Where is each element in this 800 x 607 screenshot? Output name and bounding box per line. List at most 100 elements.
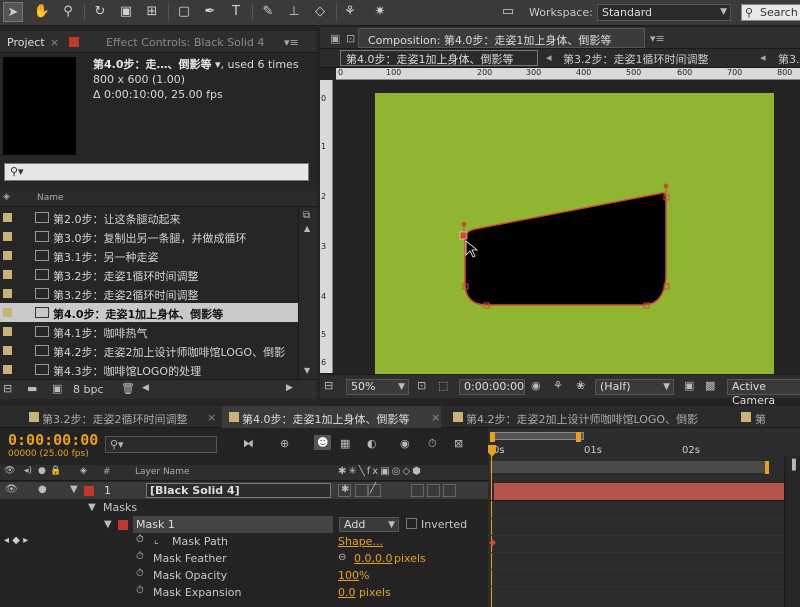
scroll-left-icon[interactable]: ◀ — [142, 383, 149, 393]
new-composition-icon[interactable]: ▣ — [52, 382, 62, 395]
solo-icon[interactable]: ● — [38, 484, 47, 495]
current-time-display[interactable]: 0:00:00:00 — [459, 379, 525, 395]
zoom-tool-icon[interactable]: ⚲ — [58, 2, 78, 22]
list-item[interactable]: 第2.0步：让这条腿动起来 — [0, 208, 298, 227]
channel-icon[interactable]: ❀ — [576, 379, 585, 392]
breadcrumb-next2[interactable]: 第3.0步 — [778, 51, 800, 67]
tab-timeline[interactable]: 第4.2步：走姿2加上设计师咖啡馆LOGO、倒影 — [466, 411, 698, 427]
label-tag-icon[interactable]: ◈ — [3, 192, 10, 202]
panel-menu-icon[interactable]: ▾≡ — [284, 36, 299, 49]
property-value[interactable]: Shape... — [338, 535, 383, 548]
breadcrumb-current[interactable]: 第4.0步：走姿1加上身体、倒影等 — [346, 51, 514, 67]
snapshot-icon[interactable]: ◉ — [531, 379, 541, 392]
selection-tool-icon[interactable]: ➤ — [3, 2, 23, 22]
column-name-header[interactable]: Name — [37, 193, 64, 203]
property-value[interactable]: 0.0 — [338, 586, 356, 599]
project-search-input[interactable]: ⚲▾ — [4, 163, 309, 181]
frame-blending-icon[interactable]: ▦ — [340, 437, 350, 450]
scroll-right-icon[interactable]: ▶ — [286, 383, 293, 393]
comp-mini-flowchart-icon[interactable]: ⧓ — [243, 437, 254, 450]
lock-icon[interactable]: 🔒 — [50, 466, 61, 476]
expand-triangle-icon[interactable]: ▼ — [70, 484, 78, 495]
pen-tool-icon[interactable]: ✒ — [200, 2, 220, 22]
eye-icon[interactable]: 👁 — [5, 484, 18, 495]
label-tag-icon[interactable]: ◈ — [80, 466, 87, 476]
list-item[interactable]: 第3.2步：走姿2循环时间调整 — [0, 284, 298, 303]
property-value[interactable]: 0.0,0.0 — [354, 552, 392, 565]
draft-3d-icon[interactable]: ⊕ — [280, 437, 289, 450]
layer-row[interactable]: 👁 ● ▼ 1 [Black Solid 4] ✱ ╱ — [0, 482, 488, 499]
list-item[interactable]: 第3.0步：复制出另一条腿，并做成循环 — [0, 227, 298, 246]
shy-switch-icon[interactable]: ✱ — [341, 484, 349, 495]
brainstorm-icon[interactable]: ◉ — [400, 437, 410, 450]
tab-close-icon[interactable]: × — [207, 411, 216, 424]
motion-blur-icon[interactable]: ◐ — [367, 437, 377, 450]
pan-behind-tool-icon[interactable]: ⊞ — [142, 2, 162, 22]
work-area-range[interactable] — [490, 461, 766, 473]
timeline-current-time[interactable]: 0:00:00:00 — [8, 431, 98, 449]
tab-composition[interactable]: Composition: 第4.0步：走姿1加上身体、倒影等 — [368, 32, 611, 48]
always-preview-icon[interactable]: ⊟ — [324, 379, 333, 392]
link-icon[interactable]: ⊖ — [338, 552, 346, 563]
scroll-down-icon[interactable]: ▼ — [304, 366, 310, 375]
lock-panel-icon[interactable]: ⊡ — [346, 32, 355, 45]
mask-shape[interactable] — [375, 93, 774, 374]
panel-menu-icon[interactable]: ▾≡ — [650, 32, 665, 45]
interpret-footage-icon[interactable]: ⊟ — [3, 382, 12, 395]
mask-feather-row[interactable]: ⏱ Mask Feather ⊖ 0.0,0.0 pixels — [0, 550, 488, 567]
tab-close-icon[interactable]: × — [50, 36, 59, 49]
list-item[interactable]: 第4.2步：走姿2加上设计师咖啡馆LOGO、倒影 — [0, 341, 298, 360]
transparency-grid-icon[interactable]: ▩ — [705, 379, 715, 392]
mask-path-row[interactable]: ◂ ◆ ▸ ⏱ ⌞ Mask Path Shape... — [0, 533, 488, 550]
scroll-up-icon[interactable]: ▲ — [304, 224, 310, 233]
mask-expansion-row[interactable]: ⏱ Mask Expansion 0.0 pixels — [0, 584, 488, 601]
stopwatch-icon[interactable]: ⏱ — [136, 534, 144, 545]
timeline-search-input[interactable]: ⚲▾ — [105, 436, 217, 453]
layer-duration-bar[interactable] — [494, 483, 784, 500]
eye-icon[interactable]: 👁 — [4, 466, 15, 476]
stopwatch-icon[interactable]: ⏱ — [136, 568, 144, 579]
mask-visibility-icon[interactable]: ⬚ — [438, 379, 448, 392]
keyframe-nav-icon[interactable]: ◂ ◆ ▸ — [4, 535, 28, 546]
graph-editor-icon[interactable]: ⊠ — [454, 437, 463, 450]
masks-group-row[interactable]: ▼ Masks — [0, 499, 488, 516]
rectangle-tool-icon[interactable]: ▢ — [174, 2, 194, 22]
stopwatch-icon[interactable]: ⏱ — [136, 585, 144, 596]
inverted-checkbox[interactable] — [406, 518, 417, 529]
tab-timeline[interactable]: 第 — [755, 411, 766, 427]
resolution-select[interactable]: (Half) ▼ — [595, 379, 674, 395]
clone-stamp-tool-icon[interactable]: ⊥ — [284, 2, 304, 22]
work-area-end-marker[interactable] — [765, 461, 769, 474]
work-area-start-handle[interactable] — [490, 432, 495, 442]
bit-depth[interactable]: 8 bpc — [73, 383, 104, 396]
quality-switch-icon[interactable]: ╱ — [370, 483, 376, 494]
column-layer-name[interactable]: Layer Name — [135, 467, 190, 477]
help-search-input[interactable]: ⚲ Search — [741, 4, 800, 21]
mask-color-swatch[interactable] — [118, 520, 128, 530]
stopwatch-icon[interactable]: ⏱ — [136, 551, 144, 562]
timeline-scrollbar[interactable]: ▐ — [784, 456, 800, 607]
tab-effect-controls[interactable]: Effect Controls: Black Solid 4 — [106, 36, 264, 49]
rotate-tool-icon[interactable]: ↻ — [90, 2, 110, 22]
column-number[interactable]: # — [103, 467, 111, 477]
stopwatch-icon[interactable]: ⏱ — [428, 437, 437, 451]
work-area-bar[interactable] — [490, 432, 584, 440]
puppet-pin-tool-icon[interactable]: ✷ — [370, 2, 390, 22]
mask-opacity-row[interactable]: ⏱ Mask Opacity 100 % — [0, 567, 488, 584]
list-item-selected[interactable]: 第4.0步：走姿1加上身体、倒影等 — [0, 303, 298, 322]
expand-triangle-icon[interactable]: ▼ — [88, 502, 96, 513]
vertical-ruler[interactable]: 0 1 2 3 4 5 6 — [320, 80, 333, 373]
keyframe-icon[interactable]: ◆ — [489, 538, 496, 548]
project-list-scrollbar[interactable]: ⧉ ▲ ▼ — [298, 208, 317, 379]
work-area-end-handle[interactable] — [576, 432, 581, 442]
flowchart-icon[interactable]: ⧉ — [303, 210, 310, 221]
mask-mode-select[interactable]: Add ▼ — [339, 517, 399, 532]
mask-row[interactable]: ▼ Mask 1 Add ▼ Inverted — [0, 516, 488, 533]
timeline-graph-area[interactable]: 0s 01s 02s ◆ ▐ — [488, 428, 800, 607]
tab-timeline-active[interactable]: 第4.0步：走姿1加上身体、倒影等 — [242, 411, 410, 427]
horizontal-ruler[interactable]: 0 100 200 300 400 500 600 700 800 — [336, 68, 800, 80]
safe-margins-icon[interactable]: ⊡ — [417, 379, 426, 392]
view-select[interactable]: Active Camera — [727, 379, 800, 407]
camera-tool-icon[interactable]: ▣ — [116, 2, 136, 22]
list-item[interactable]: 第3.2步：走姿1循环时间调整 — [0, 265, 298, 284]
